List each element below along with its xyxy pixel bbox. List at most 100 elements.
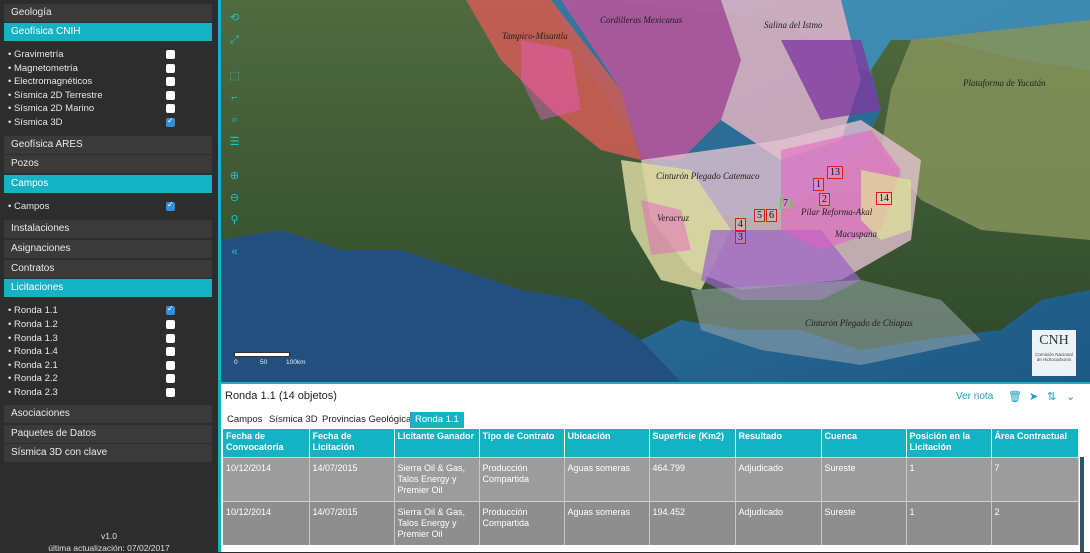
layer-item-ronda-2-1: • Ronda 2.1 bbox=[8, 359, 188, 372]
layer-label: • Ronda 1.1 bbox=[8, 305, 58, 316]
sort-icon[interactable]: ⇅ bbox=[1047, 390, 1056, 403]
contract-block-3[interactable]: 3 bbox=[735, 231, 746, 244]
column-header[interactable]: Cuenca bbox=[821, 429, 907, 458]
table-row[interactable]: 10/12/2014 14/07/2015 Sierra Oil & Gas, … bbox=[223, 457, 1079, 502]
table-scrollbar[interactable] bbox=[1080, 457, 1084, 552]
contract-block-4[interactable]: 4 bbox=[735, 218, 746, 231]
checkbox-ronda-1-4[interactable] bbox=[166, 347, 175, 356]
table-cell: Aguas someras bbox=[564, 501, 650, 545]
layer-label: • Sísmica 3D bbox=[8, 117, 63, 128]
column-header[interactable]: Ubicación bbox=[564, 429, 650, 458]
section-geofisica-cnih[interactable]: Geofísica CNIH bbox=[4, 23, 212, 41]
tab-campos[interactable]: Campos bbox=[224, 412, 265, 428]
contract-block-6[interactable]: 6 bbox=[766, 209, 777, 222]
contract-block-5[interactable]: 5 bbox=[754, 209, 765, 222]
section-pozos[interactable]: Pozos bbox=[4, 155, 212, 173]
checkbox-ronda-1-3[interactable] bbox=[166, 334, 175, 343]
table-cell: Sierra Oil & Gas, Talos Energy y Premier… bbox=[394, 457, 480, 502]
fullscreen-icon[interactable]: ⤢ bbox=[228, 34, 241, 47]
checkbox-ronda-2-3[interactable] bbox=[166, 388, 175, 397]
refresh-icon[interactable]: ⟲ bbox=[228, 12, 241, 25]
search-icon[interactable]: ⌕ bbox=[228, 114, 241, 127]
table-cell: 464.799 bbox=[649, 457, 736, 502]
layer-item-gravimetria: • Gravimetría bbox=[8, 48, 188, 61]
scale-label-0: 0 bbox=[234, 359, 238, 366]
layer-item-sismica-2d-terrestre: • Sísmica 2D Terrestre bbox=[8, 89, 188, 102]
collapse-down-icon[interactable]: ⌄ bbox=[1066, 390, 1075, 403]
contract-block-14[interactable]: 14 bbox=[876, 192, 892, 205]
section-sismica-3d-clave[interactable]: Sísmica 3D con clave bbox=[4, 444, 212, 462]
collapse-left-icon[interactable]: « bbox=[228, 246, 241, 259]
trash-icon[interactable]: 🗑 bbox=[1008, 390, 1022, 403]
section-instalaciones[interactable]: Instalaciones bbox=[4, 220, 212, 238]
checkbox-ronda-2-1[interactable] bbox=[166, 361, 175, 370]
layer-item-ronda-1-3: • Ronda 1.3 bbox=[8, 332, 188, 345]
layer-label: • Ronda 2.1 bbox=[8, 360, 58, 371]
table-cell: 10/12/2014 bbox=[223, 501, 310, 545]
column-header[interactable]: Área Contractual bbox=[991, 429, 1079, 458]
column-header[interactable]: Superficie (Km2) bbox=[649, 429, 736, 458]
checkbox-ronda-2-2[interactable] bbox=[166, 374, 175, 383]
attribute-panel: Ronda 1.1 (14 objetos) Ver nota 🗑 ➤ ⇅ ⌄ … bbox=[221, 384, 1090, 552]
checkbox-magnetometria[interactable] bbox=[166, 64, 175, 73]
cnh-logo-subtitle: Comisión Nacional de Hidrocarburos bbox=[1035, 352, 1073, 362]
layer-label: • Sísmica 2D Terrestre bbox=[8, 90, 103, 101]
column-header[interactable]: Licitante Ganador bbox=[394, 429, 480, 458]
section-asignaciones[interactable]: Asignaciones bbox=[4, 240, 212, 258]
map-label-cordilleras: Cordilleras Mexicanas bbox=[600, 15, 683, 25]
map-label-tampico: Tampico-Misantla bbox=[502, 31, 568, 41]
checkbox-ronda-1-2[interactable] bbox=[166, 320, 175, 329]
contract-block-1[interactable]: 1 bbox=[813, 178, 824, 191]
checkbox-campos[interactable] bbox=[166, 200, 175, 211]
table-row[interactable]: 10/12/2014 14/07/2015 Sierra Oil & Gas, … bbox=[223, 501, 1079, 545]
locate-icon[interactable]: ⚲ bbox=[228, 214, 241, 227]
table-cell: 1 bbox=[906, 457, 992, 502]
checkbox-ronda-1-1[interactable] bbox=[166, 304, 175, 315]
table-cell: 14/07/2015 bbox=[309, 457, 395, 502]
section-contratos[interactable]: Contratos bbox=[4, 260, 212, 278]
checkbox-sismica-2d-terrestre[interactable] bbox=[166, 91, 175, 100]
map-label-pilar: Pilar Reforma-Akal bbox=[801, 207, 873, 217]
column-header[interactable]: Tipo de Contrato bbox=[479, 429, 565, 458]
section-licitaciones[interactable]: Licitaciones bbox=[4, 279, 212, 297]
section-asociaciones[interactable]: Asociaciones bbox=[4, 405, 212, 423]
column-header[interactable]: Posición en la Licitación bbox=[906, 429, 992, 458]
zoom-in-icon[interactable]: ⊕ bbox=[228, 170, 241, 183]
contract-block-13[interactable]: 13 bbox=[827, 166, 843, 179]
checkbox-electromagneticos[interactable] bbox=[166, 77, 175, 86]
tab-ronda-1-1[interactable]: Ronda 1.1 bbox=[410, 412, 464, 428]
contract-block-7[interactable]: 7 bbox=[780, 197, 791, 210]
layer-item-magnetometria: • Magnetometría bbox=[8, 62, 188, 75]
checkbox-sismica-3d[interactable] bbox=[166, 116, 175, 127]
table-header-row: Fecha de Convocatoria Fecha de Licitació… bbox=[223, 429, 1079, 458]
layer-label: • Sísmica 2D Marino bbox=[8, 103, 95, 114]
table-cell: 2 bbox=[991, 501, 1079, 545]
select-area-icon[interactable]: ⬚ bbox=[228, 70, 241, 83]
list-icon[interactable]: ☰ bbox=[228, 136, 241, 149]
tab-provincias-geologicas[interactable]: Provincias Geológicas bbox=[319, 412, 419, 428]
checkbox-sismica-2d-marino[interactable] bbox=[166, 104, 175, 113]
layer-item-electromagneticos: • Electromagnéticos bbox=[8, 75, 188, 88]
table-cell: Producción Compartida bbox=[479, 501, 565, 545]
checkbox-gravimetria[interactable] bbox=[166, 50, 175, 59]
pointer-icon[interactable]: ➤ bbox=[1029, 390, 1038, 403]
section-geofisica-ares[interactable]: Geofísica ARES bbox=[4, 136, 212, 154]
tab-sismica-3d[interactable]: Sísmica 3D bbox=[266, 412, 321, 428]
section-geologia[interactable]: Geología bbox=[4, 4, 212, 22]
table-cell: 10/12/2014 bbox=[223, 457, 310, 502]
column-header[interactable]: Fecha de Licitación bbox=[309, 429, 395, 458]
map-canvas[interactable]: Cordilleras Mexicanas Salina del Istmo T… bbox=[221, 0, 1090, 382]
contract-block-2[interactable]: 2 bbox=[819, 193, 830, 206]
column-header[interactable]: Resultado bbox=[735, 429, 822, 458]
layer-item-campos: • Campos bbox=[8, 200, 188, 213]
section-paquetes-de-datos[interactable]: Paquetes de Datos bbox=[4, 425, 212, 443]
zoom-out-icon[interactable]: ⊖ bbox=[228, 192, 241, 205]
section-campos[interactable]: Campos bbox=[4, 175, 212, 193]
ver-nota-link[interactable]: Ver nota bbox=[956, 391, 993, 402]
layer-item-sismica-2d-marino: • Sísmica 2D Marino bbox=[8, 102, 188, 115]
column-header[interactable]: Fecha de Convocatoria bbox=[223, 429, 310, 458]
measure-icon[interactable]: ⌐ bbox=[228, 92, 241, 105]
cnh-logo: CNH Comisión Nacional de Hidrocarburos bbox=[1032, 330, 1076, 376]
layer-item-ronda-2-3: • Ronda 2.3 bbox=[8, 386, 188, 399]
results-table: Fecha de Convocatoria Fecha de Licitació… bbox=[223, 429, 1079, 545]
